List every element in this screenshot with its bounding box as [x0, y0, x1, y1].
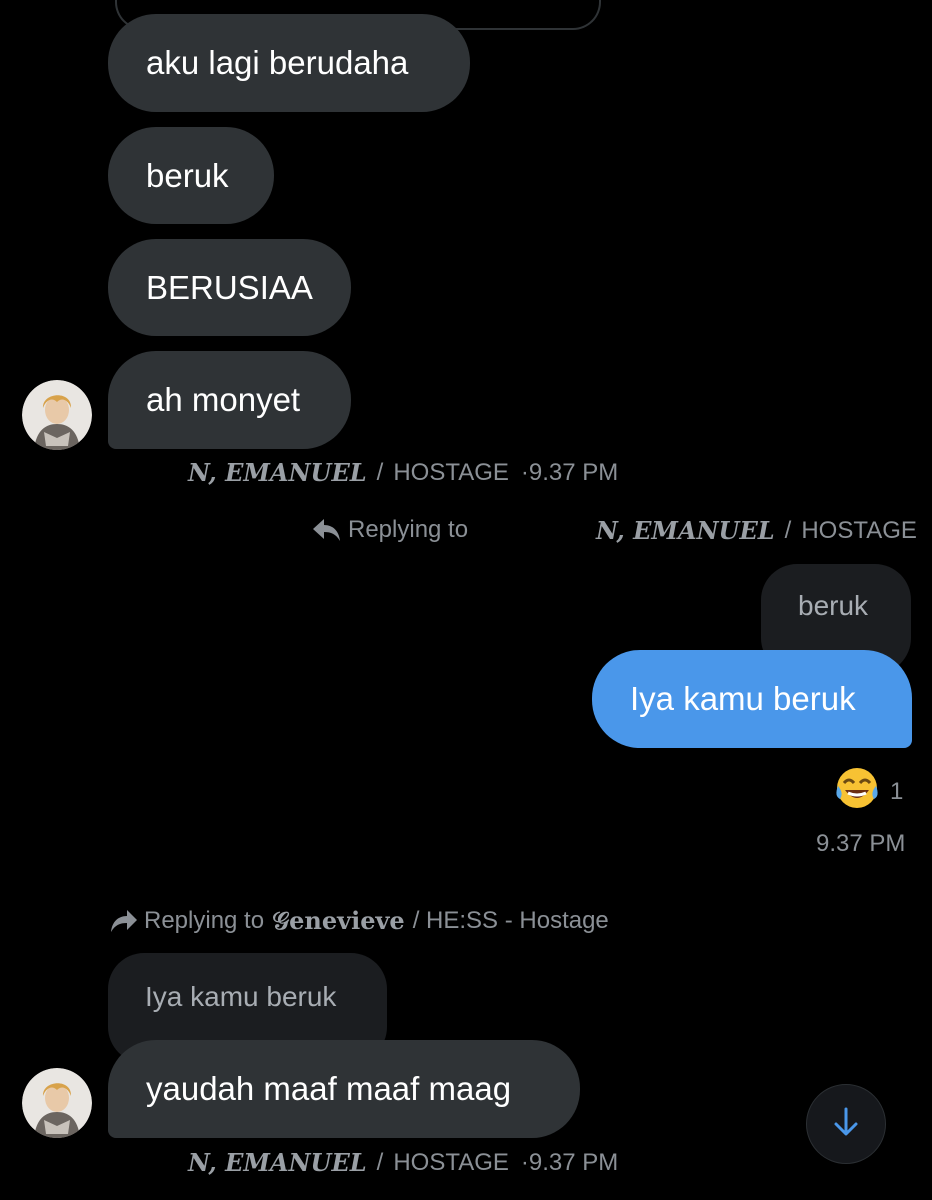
quoted-text: Iya kamu beruk	[145, 981, 337, 1012]
message-bubble[interactable]: BERUSIAA	[108, 239, 351, 336]
outgoing-message-bubble[interactable]: Iya kamu beruk	[592, 650, 912, 748]
message-text: yaudah maaf maaf maag	[146, 1070, 512, 1107]
timestamp: 9.37 PM	[816, 830, 906, 857]
sender-name[interactable]: N, EMANUEL	[188, 458, 367, 487]
separator: /	[376, 1148, 384, 1176]
reply-target-name: N, EMANUEL	[596, 516, 775, 545]
avatar[interactable]	[22, 380, 92, 450]
message-text: BERUSIAA	[146, 268, 313, 306]
reply-target-name: 𝒢enevieve	[272, 906, 405, 935]
reply-target-group: HOSTAGE	[801, 516, 917, 544]
message-text: aku lagi berudaha	[146, 44, 409, 81]
separator: /	[376, 458, 384, 486]
message-meta: N, EMANUEL / HOSTAGE ·9.37 PM	[188, 458, 618, 487]
reaction-count: 1	[890, 777, 904, 805]
message-bubble[interactable]: yaudah maaf maaf maag	[108, 1040, 580, 1138]
message-text: beruk	[146, 156, 229, 194]
message-bubble[interactable]: beruk	[108, 127, 274, 224]
scroll-to-bottom-button[interactable]	[806, 1084, 886, 1164]
sender-name[interactable]: N, EMANUEL	[188, 1148, 367, 1177]
laugh-cry-emoji-icon	[834, 766, 880, 817]
reply-header[interactable]: Replying to	[312, 516, 468, 544]
arrow-down-icon	[832, 1106, 860, 1143]
reply-label: Replying to	[144, 906, 265, 934]
message-bubble[interactable]: ah monyet	[108, 351, 351, 449]
reply-arrow-icon	[110, 908, 138, 934]
reply-header[interactable]: Replying to 𝒢enevieve / HE:SS - Hostage	[110, 906, 609, 935]
reply-arrow-icon	[312, 517, 342, 543]
message-bubble[interactable]: aku lagi berudaha	[108, 14, 470, 112]
timestamp: ·9.37 PM	[520, 458, 619, 486]
message-text: Iya kamu beruk	[630, 680, 856, 717]
reply-label: Replying to	[348, 516, 469, 543]
avatar[interactable]	[22, 1068, 92, 1138]
quoted-text: beruk	[798, 590, 869, 621]
message-meta: N, EMANUEL / HOSTAGE ·9.37 PM	[188, 1148, 618, 1177]
group-name: HOSTAGE	[393, 1148, 509, 1176]
group-name: HOSTAGE	[393, 458, 509, 486]
reply-target[interactable]: N, EMANUEL / HOSTAGE	[596, 516, 917, 545]
message-text: ah monyet	[146, 381, 301, 418]
reaction[interactable]: 1	[834, 766, 903, 817]
timestamp: ·9.37 PM	[520, 1148, 619, 1176]
reply-target-group: / HE:SS - Hostage	[412, 906, 609, 934]
separator: /	[784, 516, 792, 544]
